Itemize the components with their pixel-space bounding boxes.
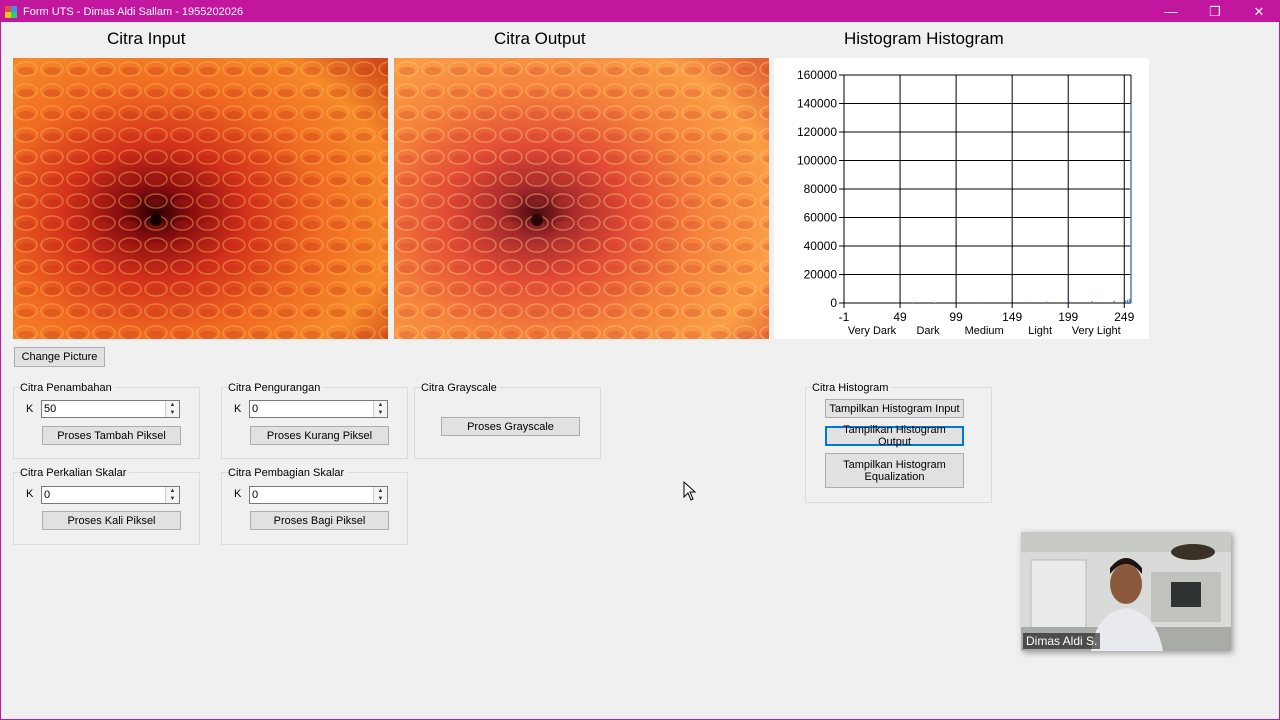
app-window: Form UTS - Dimas Aldi Sallam - 195520202… xyxy=(0,0,1280,720)
penambahan-group-label: Citra Penambahan xyxy=(20,382,115,394)
perkalian-k-label: K xyxy=(26,488,34,500)
x-tick-label: 49 xyxy=(893,310,907,324)
y-tick-label: 80000 xyxy=(804,182,838,196)
spin-up-icon[interactable]: ▲ xyxy=(166,401,179,409)
pengurangan-k-label: K xyxy=(234,403,242,415)
histogram-output-button[interactable]: Tampilkan Histogram Output xyxy=(825,424,964,448)
pembagian-k-label: K xyxy=(234,488,242,500)
y-tick-label: 120000 xyxy=(797,125,837,139)
minimize-icon[interactable]: — xyxy=(1149,1,1193,22)
equalization-line2: Equalization xyxy=(864,470,925,483)
pengurangan-group-label: Citra Pengurangan xyxy=(228,382,324,394)
category-label: Light xyxy=(1028,325,1052,337)
spin-up-icon[interactable]: ▲ xyxy=(374,487,387,495)
x-tick-label: 99 xyxy=(949,310,963,324)
pembagian-group-label: Citra Pembagian Skalar xyxy=(228,467,348,479)
perkalian-k-value: 0 xyxy=(44,489,51,501)
perkalian-spinner[interactable]: ▲ ▼ xyxy=(165,487,179,503)
input-heading: Citra Input xyxy=(107,29,186,48)
pengurangan-spinner[interactable]: ▲ ▼ xyxy=(373,401,387,417)
x-tick-label: 149 xyxy=(1002,310,1022,324)
spin-down-icon[interactable]: ▼ xyxy=(166,409,179,417)
grayscale-group-label: Citra Grayscale xyxy=(421,382,500,394)
x-tick-label: 249 xyxy=(1114,310,1134,324)
spin-up-icon[interactable]: ▲ xyxy=(166,487,179,495)
perkalian-group-label: Citra Perkalian Skalar xyxy=(20,467,130,479)
spin-down-icon[interactable]: ▼ xyxy=(374,409,387,417)
close-icon[interactable]: ✕ xyxy=(1237,1,1280,22)
penambahan-k-label: K xyxy=(26,403,34,415)
y-tick-label: 160000 xyxy=(797,68,837,82)
y-tick-label: 40000 xyxy=(804,239,838,253)
histogram-heading: Histogram Histogram xyxy=(844,29,1004,48)
y-tick-label: 60000 xyxy=(804,211,838,225)
bagi-piksel-button[interactable]: Proses Bagi Piksel xyxy=(250,511,389,530)
penambahan-group xyxy=(13,387,200,459)
change-picture-button[interactable]: Change Picture xyxy=(14,347,105,367)
x-tick-label: 199 xyxy=(1058,310,1078,324)
y-tick-label: 140000 xyxy=(797,97,837,111)
kali-piksel-button[interactable]: Proses Kali Piksel xyxy=(42,511,181,530)
title-bar: Form UTS - Dimas Aldi Sallam - 195520202… xyxy=(1,1,1280,22)
histogram-equalization-button[interactable]: Tampilkan Histogram Equalization xyxy=(825,453,964,488)
y-tick-label: 100000 xyxy=(797,154,837,168)
penambahan-k-input[interactable]: 50 ▲ ▼ xyxy=(41,400,180,418)
category-label: Very Dark xyxy=(848,325,897,337)
x-tick-label: -1 xyxy=(839,310,850,324)
penambahan-k-value: 50 xyxy=(44,403,57,415)
histogram-group-label: Citra Histogram xyxy=(812,382,892,394)
window-title: Form UTS - Dimas Aldi Sallam - 195520202… xyxy=(23,5,244,18)
pengurangan-k-value: 0 xyxy=(252,403,259,415)
pengurangan-group xyxy=(221,387,408,459)
category-label: Medium xyxy=(965,325,1004,337)
histogram-svg: 0 20000 40000 60000 80000 100000 120000 140000 1… xyxy=(797,68,1135,337)
webcam-overlay: Dimas Aldi S. xyxy=(1021,532,1231,651)
pembagian-group xyxy=(221,472,408,545)
pengurangan-k-input[interactable]: 0 ▲ ▼ xyxy=(249,400,388,418)
tambah-piksel-button[interactable]: Proses Tambah Piksel xyxy=(42,426,181,445)
perkalian-k-input[interactable]: 0 ▲ ▼ xyxy=(41,486,180,504)
grayscale-button[interactable]: Proses Grayscale xyxy=(441,417,580,436)
mouse-cursor-icon xyxy=(683,481,697,501)
kurang-piksel-button[interactable]: Proses Kurang Piksel xyxy=(250,426,389,445)
output-heading: Citra Output xyxy=(494,29,586,48)
histogram-chart: 0 20000 40000 60000 80000 100000 120000 140000 1… xyxy=(774,58,1149,339)
pembagian-k-input[interactable]: 0 ▲ ▼ xyxy=(249,486,388,504)
app-icon xyxy=(5,5,17,18)
input-picture xyxy=(13,58,388,339)
category-label: Very Light xyxy=(1072,325,1121,337)
histogram-input-button[interactable]: Tampilkan Histogram Input xyxy=(825,399,964,418)
spin-down-icon[interactable]: ▼ xyxy=(166,495,179,503)
restore-icon[interactable]: ❐ xyxy=(1193,1,1237,22)
y-tick-label: 0 xyxy=(830,296,837,310)
y-tick-label: 20000 xyxy=(804,268,838,282)
pembagian-spinner[interactable]: ▲ ▼ xyxy=(373,487,387,503)
perkalian-group xyxy=(13,472,200,545)
penambahan-spinner[interactable]: ▲ ▼ xyxy=(165,401,179,417)
output-picture xyxy=(394,58,769,339)
spin-up-icon[interactable]: ▲ xyxy=(374,401,387,409)
category-label: Dark xyxy=(916,325,940,337)
webcam-name-label: Dimas Aldi S. xyxy=(1023,633,1101,649)
pembagian-k-value: 0 xyxy=(252,489,259,501)
equalization-line1: Tampilkan Histogram xyxy=(843,458,946,471)
spin-down-icon[interactable]: ▼ xyxy=(374,495,387,503)
